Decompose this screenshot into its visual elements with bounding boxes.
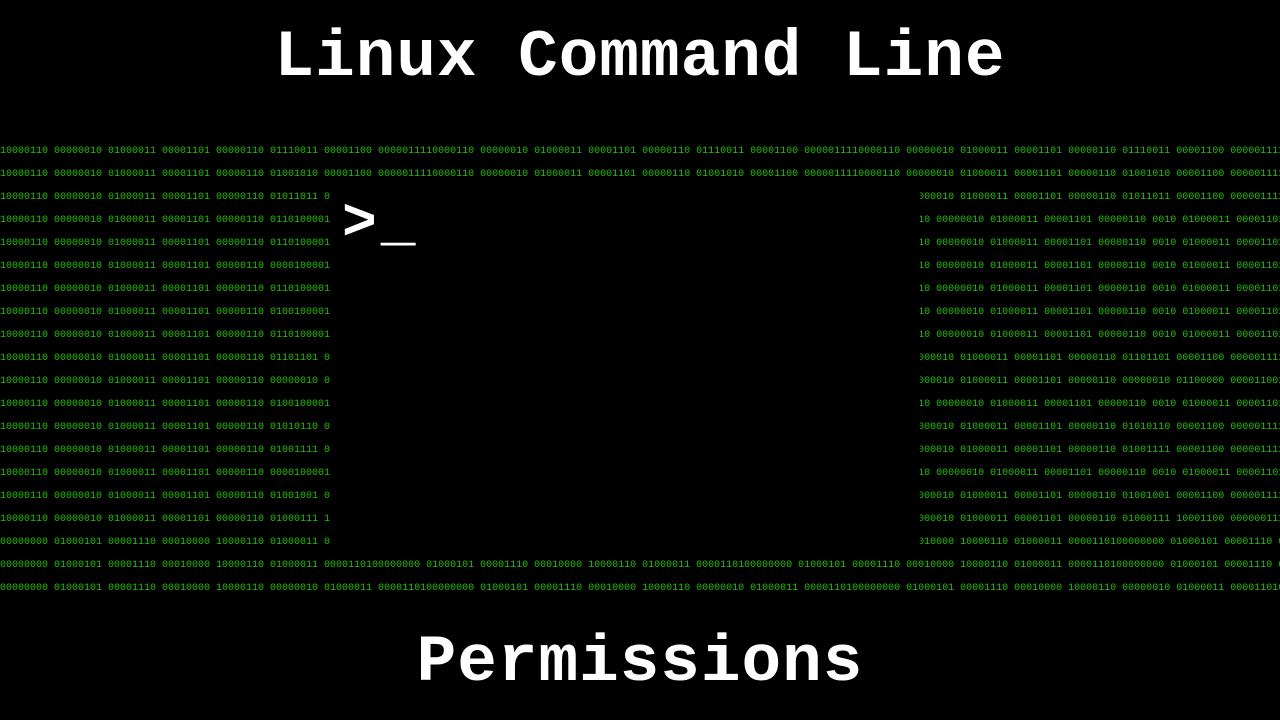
page-title: Linux Command Line	[0, 20, 1280, 95]
terminal-prompt-box: >_	[330, 190, 920, 555]
terminal-prompt: >_	[342, 192, 420, 257]
binary-row: 10000110 00000010 01000011 00001101 0000…	[0, 163, 1280, 186]
binary-row: 00000000 01000101 00001110 00010000 1000…	[0, 554, 1280, 577]
page-subtitle: Permissions	[0, 625, 1280, 700]
binary-row: 00000000 01000101 00001110 00010000 1000…	[0, 577, 1280, 600]
binary-row: 10000110 00000010 01000011 00001101 0000…	[0, 140, 1280, 163]
